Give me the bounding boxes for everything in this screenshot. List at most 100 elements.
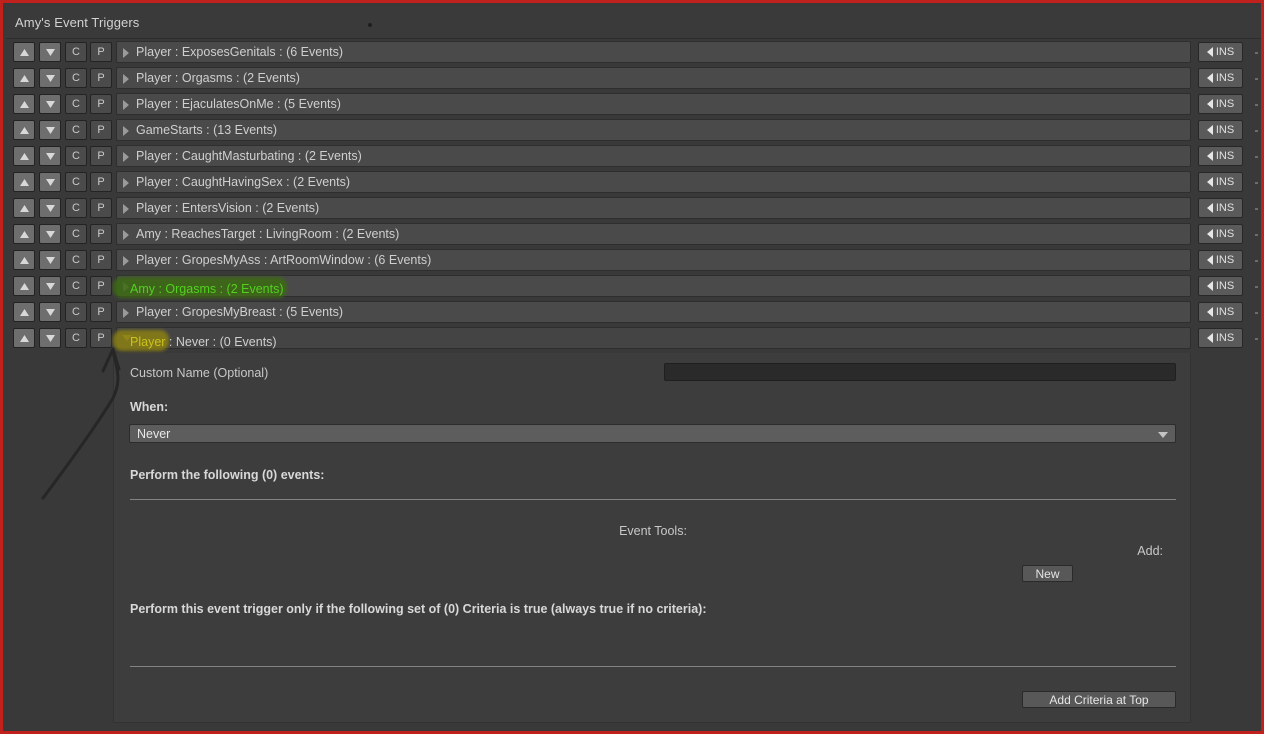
paste-button-3[interactable]: P [90, 120, 112, 140]
move-down-button-11[interactable] [39, 328, 61, 348]
remove-button-6[interactable]: - [1249, 198, 1264, 218]
move-up-button-3[interactable] [13, 120, 35, 140]
move-up-button-11[interactable] [13, 328, 35, 348]
paste-button-1[interactable]: P [90, 68, 112, 88]
move-down-button-8[interactable] [39, 250, 61, 270]
move-down-button-7[interactable] [39, 224, 61, 244]
remove-button-10[interactable]: - [1249, 302, 1264, 322]
move-down-button-10[interactable] [39, 302, 61, 322]
insert-button-11[interactable]: INS [1198, 328, 1243, 348]
move-up-button-0[interactable] [13, 42, 35, 62]
insert-button-9[interactable]: INS [1198, 276, 1243, 296]
insert-button-7[interactable]: INS [1198, 224, 1243, 244]
copy-button-9[interactable]: C [65, 276, 87, 296]
chevron-right-icon[interactable] [122, 48, 131, 57]
trigger-row-7[interactable]: Amy : ReachesTarget : LivingRoom : (2 Ev… [116, 223, 1191, 245]
trigger-row-5[interactable]: Player : CaughtHavingSex : (2 Events) [116, 171, 1191, 193]
paste-button-4[interactable]: P [90, 146, 112, 166]
insert-button-6[interactable]: INS [1198, 198, 1243, 218]
new-event-button[interactable]: New [1022, 565, 1073, 582]
move-down-button-0[interactable] [39, 42, 61, 62]
chevron-right-icon[interactable] [122, 204, 131, 213]
insert-button-3[interactable]: INS [1198, 120, 1243, 140]
trigger-row-9[interactable]: Amy : Orgasms : (2 Events) [116, 275, 1191, 297]
chevron-right-icon[interactable] [122, 126, 131, 135]
move-up-button-6[interactable] [13, 198, 35, 218]
when-dropdown[interactable]: Never [129, 424, 1176, 443]
copy-button-0[interactable]: C [65, 42, 87, 62]
trigger-row-1[interactable]: Player : Orgasms : (2 Events) [116, 67, 1191, 89]
chevron-down-icon[interactable] [122, 334, 131, 343]
remove-button-1[interactable]: - [1249, 68, 1264, 88]
remove-button-0[interactable]: - [1249, 42, 1264, 62]
move-up-button-1[interactable] [13, 68, 35, 88]
insert-button-10[interactable]: INS [1198, 302, 1243, 322]
move-up-button-4[interactable] [13, 146, 35, 166]
remove-button-5[interactable]: - [1249, 172, 1264, 192]
move-down-button-6[interactable] [39, 198, 61, 218]
copy-button-11[interactable]: C [65, 328, 87, 348]
copy-button-7[interactable]: C [65, 224, 87, 244]
move-up-button-9[interactable] [13, 276, 35, 296]
move-down-button-2[interactable] [39, 94, 61, 114]
add-criteria-at-top-button[interactable]: Add Criteria at Top [1022, 691, 1176, 708]
paste-button-2[interactable]: P [90, 94, 112, 114]
chevron-right-icon[interactable] [122, 282, 131, 291]
insert-button-8[interactable]: INS [1198, 250, 1243, 270]
move-up-button-2[interactable] [13, 94, 35, 114]
custom-name-input[interactable] [664, 363, 1176, 381]
remove-button-9[interactable]: - [1249, 276, 1264, 296]
trigger-row-8[interactable]: Player : GropesMyAss : ArtRoomWindow : (… [116, 249, 1191, 271]
remove-button-4[interactable]: - [1249, 146, 1264, 166]
remove-button-8[interactable]: - [1249, 250, 1264, 270]
paste-button-11[interactable]: P [90, 328, 112, 348]
move-up-button-8[interactable] [13, 250, 35, 270]
trigger-row-6[interactable]: Player : EntersVision : (2 Events) [116, 197, 1191, 219]
move-down-button-4[interactable] [39, 146, 61, 166]
chevron-right-icon[interactable] [122, 256, 131, 265]
paste-button-7[interactable]: P [90, 224, 112, 244]
paste-button-0[interactable]: P [90, 42, 112, 62]
trigger-row-2[interactable]: Player : EjaculatesOnMe : (5 Events) [116, 93, 1191, 115]
trigger-row-11[interactable]: Player : Never : (0 Events) [116, 327, 1191, 349]
chevron-right-icon[interactable] [122, 74, 131, 83]
chevron-right-icon[interactable] [122, 152, 131, 161]
move-down-button-5[interactable] [39, 172, 61, 192]
move-down-button-3[interactable] [39, 120, 61, 140]
copy-button-6[interactable]: C [65, 198, 87, 218]
remove-button-7[interactable]: - [1249, 224, 1264, 244]
insert-button-1[interactable]: INS [1198, 68, 1243, 88]
move-down-button-9[interactable] [39, 276, 61, 296]
copy-button-8[interactable]: C [65, 250, 87, 270]
chevron-right-icon[interactable] [122, 308, 131, 317]
trigger-row-10[interactable]: Player : GropesMyBreast : (5 Events) [116, 301, 1191, 323]
copy-button-5[interactable]: C [65, 172, 87, 192]
chevron-right-icon[interactable] [122, 230, 131, 239]
insert-button-5[interactable]: INS [1198, 172, 1243, 192]
paste-button-8[interactable]: P [90, 250, 112, 270]
insert-button-4[interactable]: INS [1198, 146, 1243, 166]
trigger-row-4[interactable]: Player : CaughtMasturbating : (2 Events) [116, 145, 1191, 167]
move-up-button-7[interactable] [13, 224, 35, 244]
copy-button-10[interactable]: C [65, 302, 87, 322]
remove-button-2[interactable]: - [1249, 94, 1264, 114]
move-up-button-5[interactable] [13, 172, 35, 192]
insert-button-2[interactable]: INS [1198, 94, 1243, 114]
paste-button-10[interactable]: P [90, 302, 112, 322]
insert-button-0[interactable]: INS [1198, 42, 1243, 62]
paste-button-9[interactable]: P [90, 276, 112, 296]
chevron-right-icon[interactable] [122, 178, 131, 187]
paste-button-5[interactable]: P [90, 172, 112, 192]
chevron-right-icon[interactable] [122, 100, 131, 109]
copy-button-3[interactable]: C [65, 120, 87, 140]
move-down-button-1[interactable] [39, 68, 61, 88]
trigger-row-3[interactable]: GameStarts : (13 Events) [116, 119, 1191, 141]
remove-button-3[interactable]: - [1249, 120, 1264, 140]
trigger-row-0[interactable]: Player : ExposesGenitals : (6 Events) [116, 41, 1191, 63]
copy-button-4[interactable]: C [65, 146, 87, 166]
remove-button-11[interactable]: - [1249, 328, 1264, 348]
move-up-button-10[interactable] [13, 302, 35, 322]
paste-button-6[interactable]: P [90, 198, 112, 218]
copy-button-1[interactable]: C [65, 68, 87, 88]
copy-button-2[interactable]: C [65, 94, 87, 114]
